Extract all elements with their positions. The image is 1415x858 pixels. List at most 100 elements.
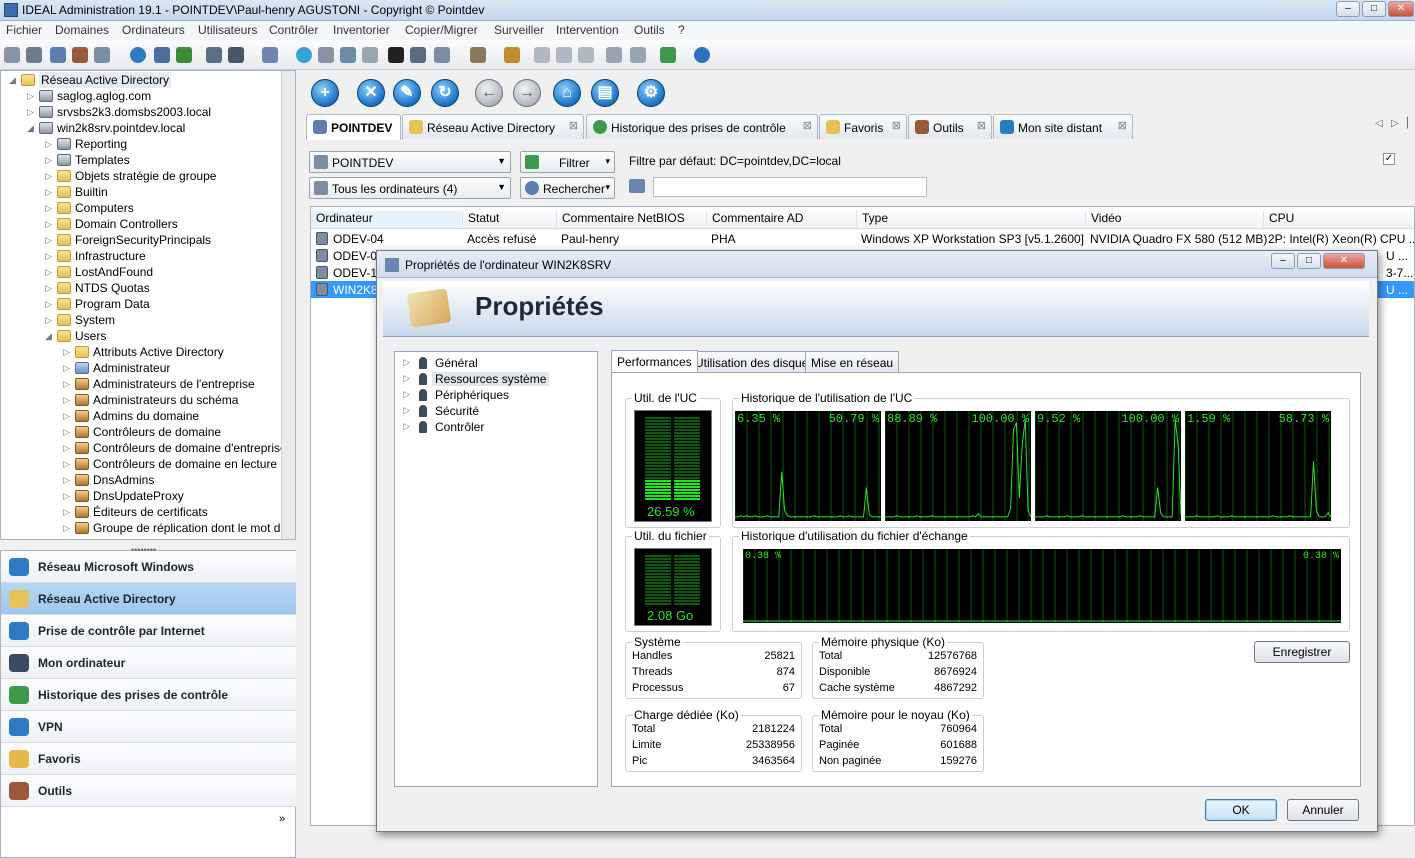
expand-icon[interactable]: ▷ [27, 88, 37, 104]
collapse-icon[interactable]: ◢ [9, 72, 19, 88]
refresh-icon[interactable]: ↻ [431, 79, 459, 107]
info-icon[interactable] [206, 47, 222, 63]
ok-button[interactable]: OK [1205, 799, 1277, 821]
col-video[interactable]: Vidéo [1085, 211, 1262, 227]
inventory-icon[interactable] [470, 47, 486, 63]
domain-select[interactable]: POINTDEV ▼ [309, 151, 511, 173]
maximize-button[interactable]: □ [1362, 1, 1386, 17]
tab-mon-site-distant[interactable]: Mon site distant ⊠ [993, 114, 1133, 139]
shield-icon[interactable] [296, 47, 312, 63]
tab-reseau-ad[interactable]: Réseau Active Directory ⊠ [402, 114, 584, 139]
collapse-icon[interactable]: ◢ [27, 120, 37, 136]
nav-item[interactable]: Historique des prises de contrôle [1, 679, 296, 711]
user-arrow-icon[interactable] [556, 47, 572, 63]
computers-select[interactable]: Tous les ordinateurs (4) ▼ [309, 177, 511, 199]
col-statut[interactable]: Statut [462, 211, 556, 227]
expand-icon[interactable]: ▷ [45, 232, 55, 248]
expand-icon[interactable]: ▷ [45, 280, 55, 296]
network-icon[interactable] [4, 47, 20, 63]
expand-icon[interactable]: ▷ [45, 200, 55, 216]
tree-icon[interactable] [176, 47, 192, 63]
tab-mise-en-reseau[interactable]: Mise en réseau [805, 351, 900, 372]
table-row[interactable]: ODEV-04 Accès refusé Paul-henry PHA Windows … [311, 230, 1414, 247]
expand-icon[interactable]: ▷ [63, 488, 73, 504]
menu-help[interactable]: ? [678, 23, 685, 37]
expand-icon[interactable]: ▷ [63, 360, 73, 376]
back-icon[interactable]: ← [475, 79, 503, 107]
menu-copier-migrer[interactable]: Copier/Migrer [405, 23, 478, 37]
menu-inventorier[interactable]: Inventorier [333, 23, 390, 37]
dialog-close-button[interactable]: ✕ [1323, 253, 1365, 269]
menu-controler[interactable]: Contrôler [269, 23, 318, 37]
tab-pointdev[interactable]: POINTDEV [306, 114, 401, 140]
close-tab-icon[interactable]: ⊠ [1118, 119, 1127, 132]
close-tab-icon[interactable]: ⊠ [803, 119, 812, 132]
col-ordinateur[interactable]: Ordinateur [311, 211, 461, 227]
help-icon[interactable] [694, 47, 710, 63]
tab-historique[interactable]: Historique des prises de contrôle ⊠ [586, 114, 818, 139]
screenshot-icon[interactable] [630, 47, 646, 63]
document-icon[interactable]: ▤ [591, 79, 619, 107]
minimize-button[interactable]: – [1336, 1, 1360, 17]
collapse-icon[interactable]: ◢ [45, 328, 55, 344]
expand-icon[interactable]: ▷ [63, 456, 73, 472]
col-type[interactable]: Type [856, 211, 1085, 227]
col-cpu[interactable]: CPU [1263, 211, 1414, 227]
tools-icon[interactable] [72, 47, 88, 63]
server-icon[interactable] [26, 47, 42, 63]
computer-icon[interactable] [362, 47, 378, 63]
menu-ordinateurs[interactable]: Ordinateurs [122, 23, 185, 37]
nav-item[interactable]: Mon ordinateur [1, 647, 296, 679]
tree-vertical-scrollbar[interactable] [281, 71, 295, 539]
forward-icon[interactable]: → [513, 79, 541, 107]
more-chevron-icon[interactable]: » [279, 813, 285, 825]
tab-utilisation-disques[interactable]: Utilisation des disques [689, 351, 821, 372]
expand-icon[interactable]: ▷ [63, 344, 73, 360]
console-icon[interactable] [388, 47, 404, 63]
menu-outils[interactable]: Outils [634, 23, 665, 37]
menu-fichier[interactable]: Fichier [6, 23, 42, 37]
tab-scroll-left-icon[interactable]: ◁ [1375, 118, 1383, 129]
add-icon[interactable]: + [311, 79, 339, 107]
tab-outils[interactable]: Outils ⊠ [908, 114, 992, 139]
filter-button[interactable]: Filtrer ▾ [520, 151, 615, 173]
expand-icon[interactable]: ▷ [63, 472, 73, 488]
tab-close-all-icon[interactable]: ▏ [1407, 118, 1415, 129]
download-icon[interactable] [660, 47, 676, 63]
expand-icon[interactable]: ▷ [45, 152, 55, 168]
close-tab-icon[interactable]: ⊠ [569, 119, 578, 132]
tab-scroll-right-icon[interactable]: ▷ [1391, 118, 1399, 129]
user-gray-icon[interactable] [534, 47, 550, 63]
menu-surveiller[interactable]: Surveiller [494, 23, 544, 37]
expand-icon[interactable]: ▷ [45, 184, 55, 200]
globe-icon[interactable] [130, 47, 146, 63]
dialog-minimize-button[interactable]: – [1271, 253, 1295, 269]
col-netbios[interactable]: Commentaire NetBIOS [556, 211, 706, 227]
cancel-button[interactable]: Annuler [1287, 799, 1359, 821]
filter-checkbox[interactable]: ✓ [1383, 153, 1395, 165]
list-icon[interactable] [50, 47, 66, 63]
tab-favoris[interactable]: Favoris ⊠ [819, 114, 907, 139]
close-button[interactable]: ✕ [1388, 1, 1414, 17]
close-tab-icon[interactable]: ⊠ [892, 119, 901, 132]
expand-icon[interactable]: ▷ [63, 520, 73, 536]
expand-icon[interactable]: ▷ [63, 392, 73, 408]
copy-icon[interactable] [410, 47, 426, 63]
edit-icon[interactable]: ✎ [393, 79, 421, 107]
expand-icon[interactable]: ▷ [45, 248, 55, 264]
close-tab-icon[interactable]: ⊠ [977, 119, 986, 132]
search-button[interactable]: Rechercher ▾ [520, 177, 615, 199]
expand-icon[interactable]: ▷ [27, 104, 37, 120]
expand-icon[interactable]: ▷ [45, 312, 55, 328]
delete-icon[interactable]: ✕ [357, 79, 385, 107]
nav-item[interactable]: Réseau Active Directory [1, 583, 296, 615]
menu-domaines[interactable]: Domaines [55, 23, 109, 37]
expand-icon[interactable]: ▷ [63, 440, 73, 456]
nav-item[interactable]: VPN [1, 711, 296, 743]
nav-item[interactable]: Réseau Microsoft Windows [1, 551, 296, 583]
user-lock-icon[interactable] [578, 47, 594, 63]
dialog-maximize-button[interactable]: □ [1297, 253, 1321, 269]
nav-item[interactable]: Prise de contrôle par Internet [1, 615, 296, 647]
settings-icon[interactable]: ⚙ [637, 79, 665, 107]
col-ad[interactable]: Commentaire AD [706, 211, 856, 227]
